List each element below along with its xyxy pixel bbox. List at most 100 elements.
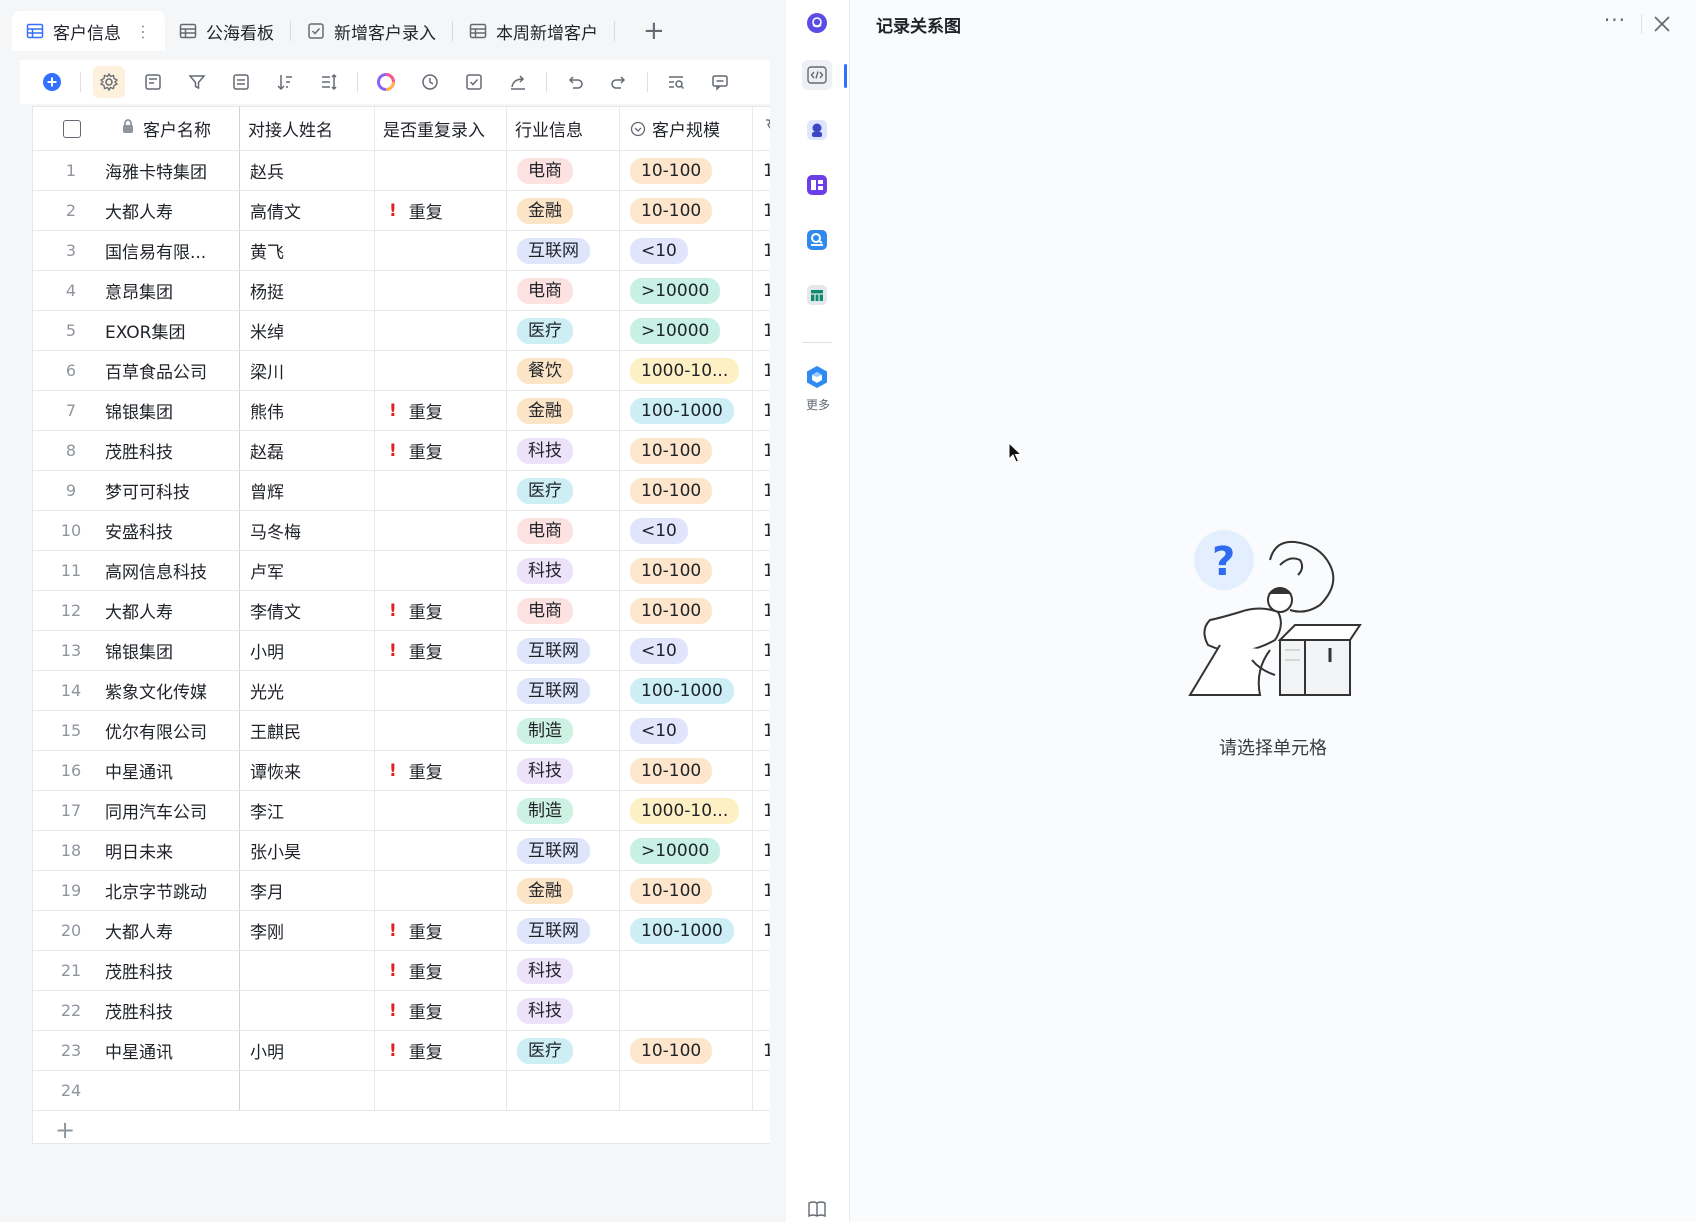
duplicate-cell[interactable]: ! 重复 <box>375 631 507 670</box>
scale-cell[interactable]: 10-100 <box>620 751 753 790</box>
industry-cell[interactable]: 金融 <box>507 871 620 910</box>
duplicate-cell[interactable] <box>375 151 507 190</box>
scale-cell[interactable]: 100-1000 <box>620 911 753 950</box>
scale-cell[interactable]: <10 <box>620 711 753 750</box>
scale-cell[interactable]: 10-100 <box>620 591 753 630</box>
industry-cell[interactable]: 科技 <box>507 551 620 590</box>
group-icon[interactable] <box>225 66 257 98</box>
table-row[interactable]: 14 紫象文化传媒 光光 互联网 100-1000 1 <box>33 671 770 711</box>
next-column-cell[interactable]: 1 <box>753 191 770 230</box>
contact-cell[interactable]: 小明 <box>240 1031 375 1070</box>
table-row[interactable]: 19 北京字节跳动 李月 金融 10-100 1 <box>33 871 770 911</box>
color-icon[interactable] <box>370 66 402 98</box>
industry-cell[interactable]: 餐饮 <box>507 351 620 390</box>
table-row[interactable]: 1 海雅卡特集团 赵兵 电商 10-100 1 <box>33 151 770 191</box>
duplicate-cell[interactable] <box>375 831 507 870</box>
search-doc-icon[interactable] <box>802 225 832 255</box>
more-icon[interactable]: ··· <box>1604 8 1626 32</box>
contact-cell[interactable]: 高倩文 <box>240 191 375 230</box>
industry-cell[interactable]: 电商 <box>507 271 620 310</box>
row-height-icon[interactable] <box>313 66 345 98</box>
contact-cell[interactable]: 米绰 <box>240 311 375 350</box>
industry-cell[interactable]: 互联网 <box>507 631 620 670</box>
industry-cell[interactable]: 科技 <box>507 751 620 790</box>
table-row[interactable]: 18 明日未来 张小昊 互联网 >10000 1 <box>33 831 770 871</box>
redo-icon[interactable] <box>603 66 635 98</box>
add-record-icon[interactable] <box>36 66 68 98</box>
industry-cell[interactable]: 科技 <box>507 431 620 470</box>
next-column-cell[interactable]: 1 <box>753 231 770 270</box>
scale-cell[interactable] <box>620 991 753 1030</box>
duplicate-cell[interactable] <box>375 791 507 830</box>
name-cell[interactable]: 24 <box>33 1071 240 1110</box>
table-row[interactable]: 16 中星通讯 谭恢来! 重复 科技 10-100 1 <box>33 751 770 791</box>
scale-cell[interactable]: 10-100 <box>620 191 753 230</box>
duplicate-cell[interactable] <box>375 231 507 270</box>
scale-cell[interactable]: >10000 <box>620 831 753 870</box>
name-cell[interactable]: 1 海雅卡特集团 <box>33 151 240 190</box>
add-view-icon[interactable]: + <box>643 18 665 44</box>
next-column-cell[interactable]: 1 <box>753 871 770 910</box>
name-cell[interactable]: 6 百草食品公司 <box>33 351 240 390</box>
tab-customer-info[interactable]: 客户信息 ⋮ <box>12 11 165 51</box>
table-row[interactable]: 2 大都人寿 高倩文! 重复 金融 10-100 1 <box>33 191 770 231</box>
name-cell[interactable]: 8 茂胜科技 <box>33 431 240 470</box>
tab-weekly-new[interactable]: 本周新增客户 <box>455 11 612 51</box>
industry-cell[interactable]: 电商 <box>507 511 620 550</box>
contact-cell[interactable]: 卢军 <box>240 551 375 590</box>
contact-cell[interactable]: 杨挺 <box>240 271 375 310</box>
next-column-cell[interactable]: 1 <box>753 711 770 750</box>
duplicate-cell[interactable] <box>375 871 507 910</box>
tab-public-board[interactable]: 公海看板 <box>165 11 288 51</box>
next-column-cell[interactable]: 1 <box>753 351 770 390</box>
duplicate-cell[interactable]: ! 重复 <box>375 991 507 1030</box>
name-cell[interactable]: 13 锦银集团 <box>33 631 240 670</box>
next-column-cell[interactable] <box>753 951 770 990</box>
contact-cell[interactable]: 王麒民 <box>240 711 375 750</box>
header-name-cell[interactable]: 客户名称 <box>33 107 240 150</box>
contact-cell[interactable]: 赵磊 <box>240 431 375 470</box>
contact-cell[interactable]: 光光 <box>240 671 375 710</box>
next-column-cell[interactable] <box>753 991 770 1030</box>
scale-cell[interactable]: 10-100 <box>620 151 753 190</box>
name-cell[interactable]: 11 高网信息科技 <box>33 551 240 590</box>
dashboard-icon[interactable] <box>802 170 832 200</box>
scale-cell[interactable]: <10 <box>620 631 753 670</box>
name-cell[interactable]: 14 紫象文化传媒 <box>33 671 240 710</box>
table-row[interactable]: 7 锦银集团 熊伟! 重复 金融 100-1000 1 <box>33 391 770 431</box>
duplicate-cell[interactable] <box>375 671 507 710</box>
duplicate-cell[interactable] <box>375 551 507 590</box>
next-column-cell[interactable]: 1 <box>753 1031 770 1070</box>
industry-cell[interactable]: 互联网 <box>507 831 620 870</box>
next-column-cell[interactable]: 1 <box>753 471 770 510</box>
next-column-cell[interactable]: 1 <box>753 671 770 710</box>
robot-icon[interactable] <box>802 115 832 145</box>
scale-cell[interactable] <box>620 951 753 990</box>
name-cell[interactable]: 22 茂胜科技 <box>33 991 240 1030</box>
name-cell[interactable]: 3 国信易有限... <box>33 231 240 270</box>
scale-cell[interactable]: 100-1000 <box>620 671 753 710</box>
contact-cell[interactable]: 小明 <box>240 631 375 670</box>
duplicate-cell[interactable]: ! 重复 <box>375 751 507 790</box>
scale-cell[interactable]: <10 <box>620 511 753 550</box>
next-column-cell[interactable]: 1 <box>753 751 770 790</box>
tab-more-icon[interactable]: ⋮ <box>135 22 151 41</box>
close-icon[interactable] <box>1648 10 1676 38</box>
name-cell[interactable]: 16 中星通讯 <box>33 751 240 790</box>
table-row[interactable]: 17 同用汽车公司 李江 制造 1000-10... 1 <box>33 791 770 831</box>
tab-new-customer-form[interactable]: 新增客户录入 <box>293 11 450 51</box>
scale-cell[interactable]: 10-100 <box>620 871 753 910</box>
duplicate-cell[interactable] <box>375 351 507 390</box>
industry-cell[interactable]: 互联网 <box>507 671 620 710</box>
table-row[interactable]: 20 大都人寿 李刚! 重复 互联网 100-1000 1 <box>33 911 770 951</box>
settings-icon[interactable] <box>93 66 125 98</box>
table-row[interactable]: 6 百草食品公司 梁川 餐饮 1000-10... 1 <box>33 351 770 391</box>
next-column-cell[interactable]: 1 <box>753 831 770 870</box>
duplicate-cell[interactable]: ! 重复 <box>375 431 507 470</box>
industry-cell[interactable] <box>507 1071 620 1110</box>
scale-cell[interactable] <box>620 1071 753 1110</box>
next-column-cell[interactable]: 1 <box>753 791 770 830</box>
contact-cell[interactable]: 梁川 <box>240 351 375 390</box>
code-icon[interactable] <box>802 60 832 90</box>
scale-cell[interactable]: 1000-10... <box>620 791 753 830</box>
